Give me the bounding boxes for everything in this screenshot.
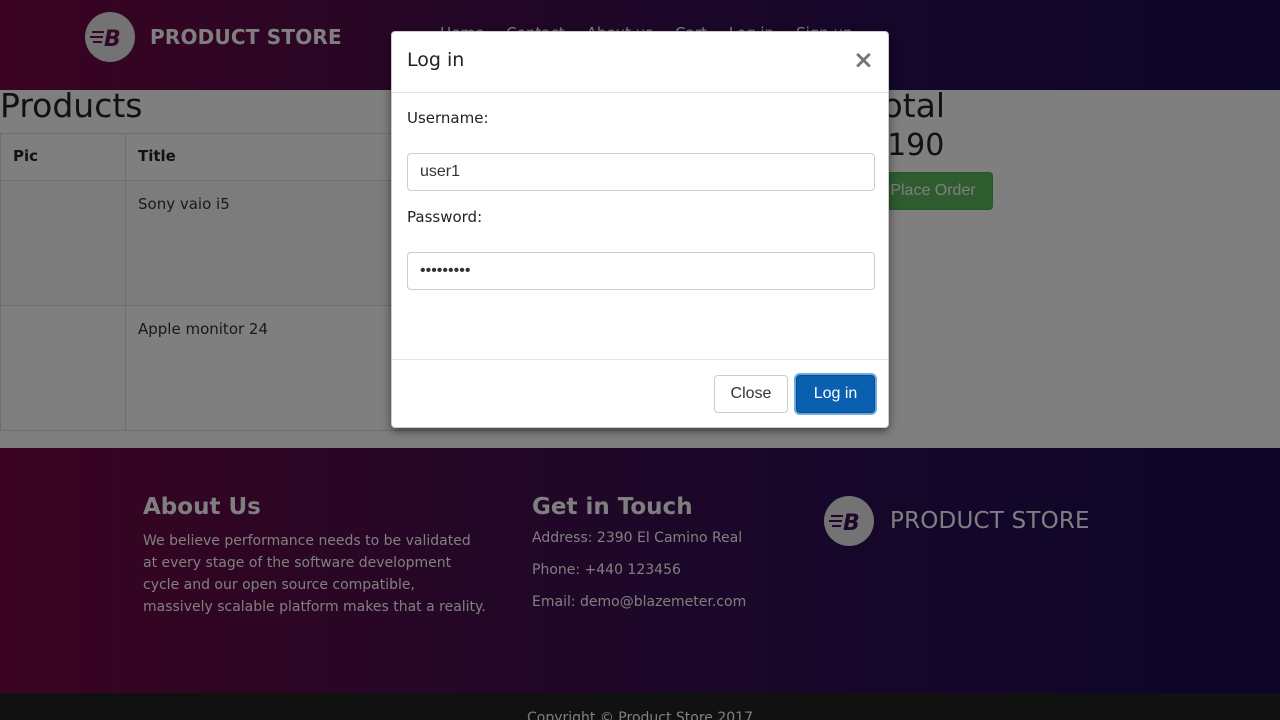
username-value: user1 [420, 163, 461, 180]
close-icon[interactable]: × [853, 47, 874, 72]
close-button[interactable]: Close [714, 375, 788, 413]
login-modal: Log in × Username: user1 Password: •••••… [391, 31, 889, 428]
username-label: Username: [407, 109, 489, 127]
login-button[interactable]: Log in [796, 375, 875, 413]
password-input[interactable]: ••••••••• [407, 252, 875, 290]
username-input[interactable]: user1 [407, 153, 875, 191]
password-value: ••••••••• [420, 262, 471, 279]
password-label: Password: [407, 208, 483, 226]
modal-body: Username: user1 Password: ••••••••• [392, 93, 888, 359]
modal-header: Log in × [392, 32, 888, 93]
modal-footer: Close Log in [392, 359, 888, 427]
modal-title: Log in [407, 49, 465, 71]
